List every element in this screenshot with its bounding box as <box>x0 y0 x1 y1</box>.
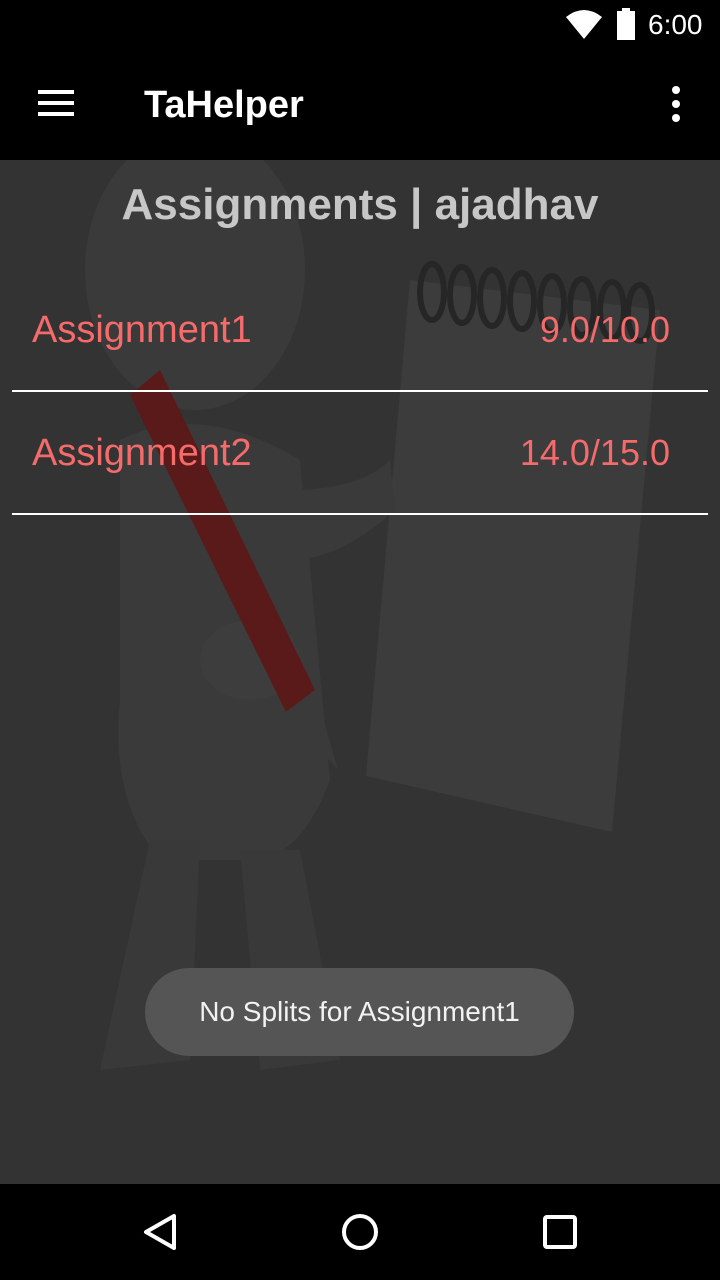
hamburger-menu-button[interactable] <box>22 80 90 128</box>
home-icon <box>342 1214 378 1250</box>
assignment-row-assignment1[interactable]: Assignment1 9.0/10.0 <box>12 269 708 392</box>
hamburger-menu-icon <box>38 90 74 116</box>
status-time: 6:00 <box>648 9 703 40</box>
app-toolbar: TaHelper <box>0 48 720 160</box>
assignment-row-assignment2[interactable]: Assignment2 14.0/15.0 <box>12 392 708 515</box>
wifi-icon <box>566 10 602 39</box>
overflow-menu-button[interactable] <box>656 78 696 130</box>
toast-message: No Splits for Assignment1 <box>145 968 574 1056</box>
overflow-menu-icon <box>672 86 680 122</box>
home-button[interactable] <box>336 1208 384 1256</box>
assignment-name: Assignment2 <box>32 432 252 474</box>
assignment-name: Assignment1 <box>32 309 252 351</box>
recents-button[interactable] <box>536 1208 584 1256</box>
assignment-list: Assignment1 9.0/10.0 Assignment2 14.0/15… <box>12 269 708 515</box>
recents-icon <box>543 1215 577 1249</box>
page-heading: Assignments | ajadhav <box>121 180 599 229</box>
status-bar: 6:00 <box>0 0 720 48</box>
system-navigation-bar <box>0 1184 720 1280</box>
app-title: TaHelper <box>144 84 304 126</box>
back-icon <box>144 1214 176 1250</box>
assignment-score: 14.0/15.0 <box>519 432 670 473</box>
assignment-score: 9.0/10.0 <box>539 309 670 350</box>
battery-icon <box>617 8 635 40</box>
back-button[interactable] <box>136 1208 184 1256</box>
